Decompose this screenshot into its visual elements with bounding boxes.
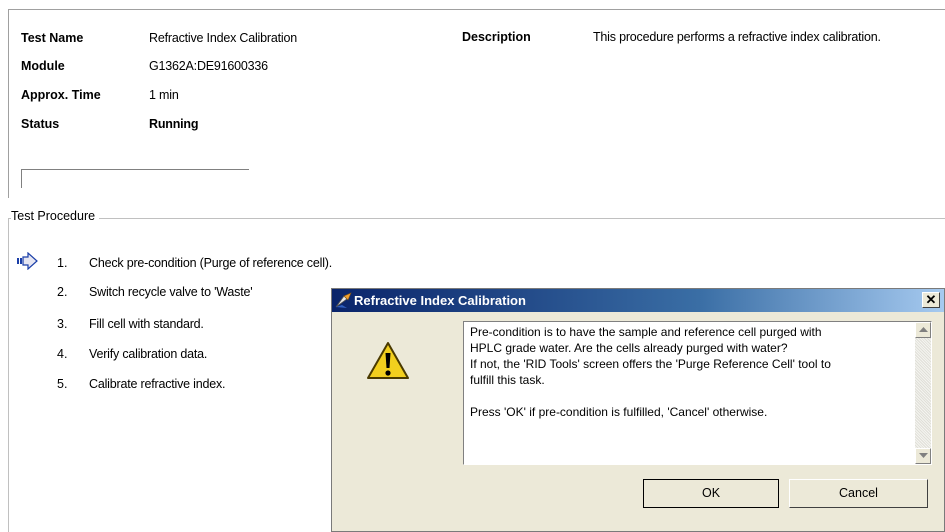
close-button[interactable]: ✕ (922, 292, 940, 308)
message-text: Pre-condition is to have the sample and … (470, 325, 831, 419)
step-text: Verify calibration data. (89, 347, 208, 361)
step-number: 2. (57, 285, 68, 299)
test-name-label: Test Name (21, 31, 84, 45)
scroll-up-icon (919, 327, 928, 332)
module-label: Module (21, 59, 65, 73)
module-value: G1362A:DE91600336 (149, 59, 268, 73)
dialog-titlebar[interactable]: Refractive Index Calibration ✕ (332, 289, 944, 312)
step-text: Fill cell with standard. (89, 317, 204, 331)
message-textbox[interactable]: Pre-condition is to have the sample and … (463, 321, 932, 465)
scroll-down-icon (919, 453, 928, 458)
status-label: Status (21, 117, 60, 131)
step-number: 1. (57, 256, 68, 270)
calibration-dialog: Refractive Index Calibration ✕ Pre-condi… (331, 288, 945, 532)
step-text: Switch recycle valve to 'Waste' (89, 285, 253, 299)
warning-icon (367, 342, 409, 379)
step-text: Calibrate refractive index. (89, 377, 226, 391)
scroll-up-button[interactable] (915, 322, 931, 338)
description-label: Description (462, 30, 531, 44)
approx-time-value: 1 min (149, 88, 179, 102)
status-value: Running (149, 117, 199, 131)
cancel-button[interactable]: Cancel (789, 479, 928, 508)
test-name-value: Refractive Index Calibration (149, 31, 297, 45)
step-number: 4. (57, 347, 68, 361)
dialog-title: Refractive Index Calibration (354, 293, 526, 308)
ok-button[interactable]: OK (643, 479, 779, 508)
scroll-down-button[interactable] (915, 448, 931, 464)
test-procedure-title: Test Procedure (11, 209, 100, 223)
step-number: 3. (57, 317, 68, 331)
description-value: This procedure performs a refractive ind… (593, 30, 881, 44)
step-number: 5. (57, 377, 68, 391)
progress-bar (21, 169, 249, 188)
vertical-scrollbar[interactable] (915, 322, 931, 464)
approx-time-label: Approx. Time (21, 88, 101, 102)
step-text: Check pre-condition (Purge of reference … (89, 256, 333, 270)
arrow-right-icon (17, 252, 38, 270)
calibration-app-icon (335, 292, 352, 308)
